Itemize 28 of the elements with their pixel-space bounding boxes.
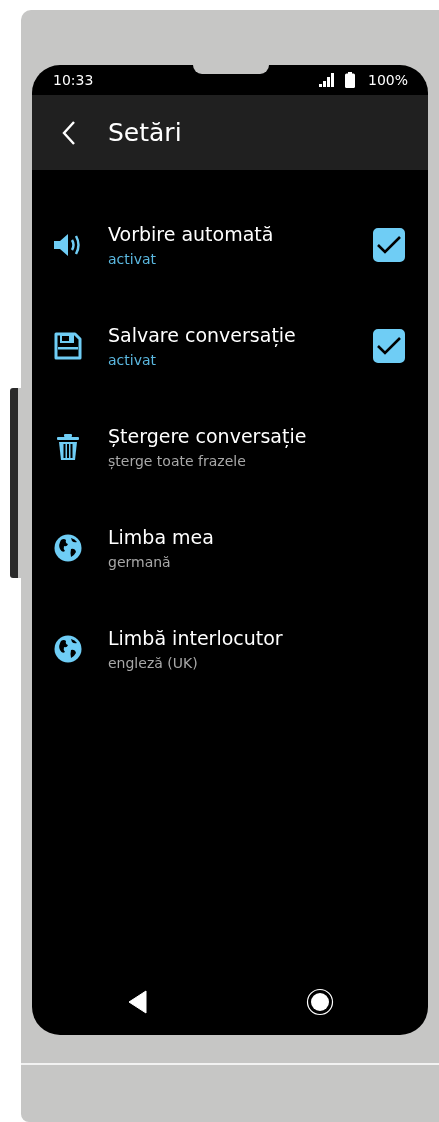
setting-value: engleză (UK) — [108, 654, 198, 671]
setting-title: Limbă interlocutor — [108, 626, 283, 649]
setting-title: Limba mea — [108, 525, 214, 548]
screen-title: Setări — [108, 118, 182, 147]
checkbox[interactable] — [373, 227, 405, 262]
status-time: 10:33 — [53, 72, 94, 88]
setting-value: activat — [108, 351, 156, 368]
signal-icon — [318, 73, 335, 87]
setting-value: șterge toate frazele — [108, 452, 246, 469]
home-nav-icon[interactable] — [306, 988, 334, 1016]
battery-icon — [344, 72, 355, 88]
setting-value: germană — [108, 553, 171, 570]
checkbox[interactable] — [373, 328, 405, 363]
settings-item[interactable]: Limba mea germană — [32, 497, 428, 598]
back-nav-icon[interactable] — [128, 990, 148, 1014]
trash-icon — [56, 432, 80, 461]
globe-icon — [54, 533, 82, 562]
settings-item[interactable]: Salvare conversație activat — [32, 295, 428, 396]
setting-title: Vorbire automată — [108, 222, 274, 245]
setting-value: activat — [108, 250, 156, 267]
battery-percent: 100% — [367, 72, 408, 88]
settings-item[interactable]: Vorbire automată activat — [32, 194, 428, 295]
setting-title: Salvare conversație — [108, 323, 296, 346]
settings-item[interactable]: Limbă interlocutor engleză (UK) — [32, 598, 428, 699]
setting-title: Ștergere conversație — [108, 424, 307, 447]
globe-icon — [54, 634, 82, 663]
settings-item[interactable]: Ștergere conversație șterge toate frazele — [32, 396, 428, 497]
speaker-icon — [53, 231, 83, 258]
